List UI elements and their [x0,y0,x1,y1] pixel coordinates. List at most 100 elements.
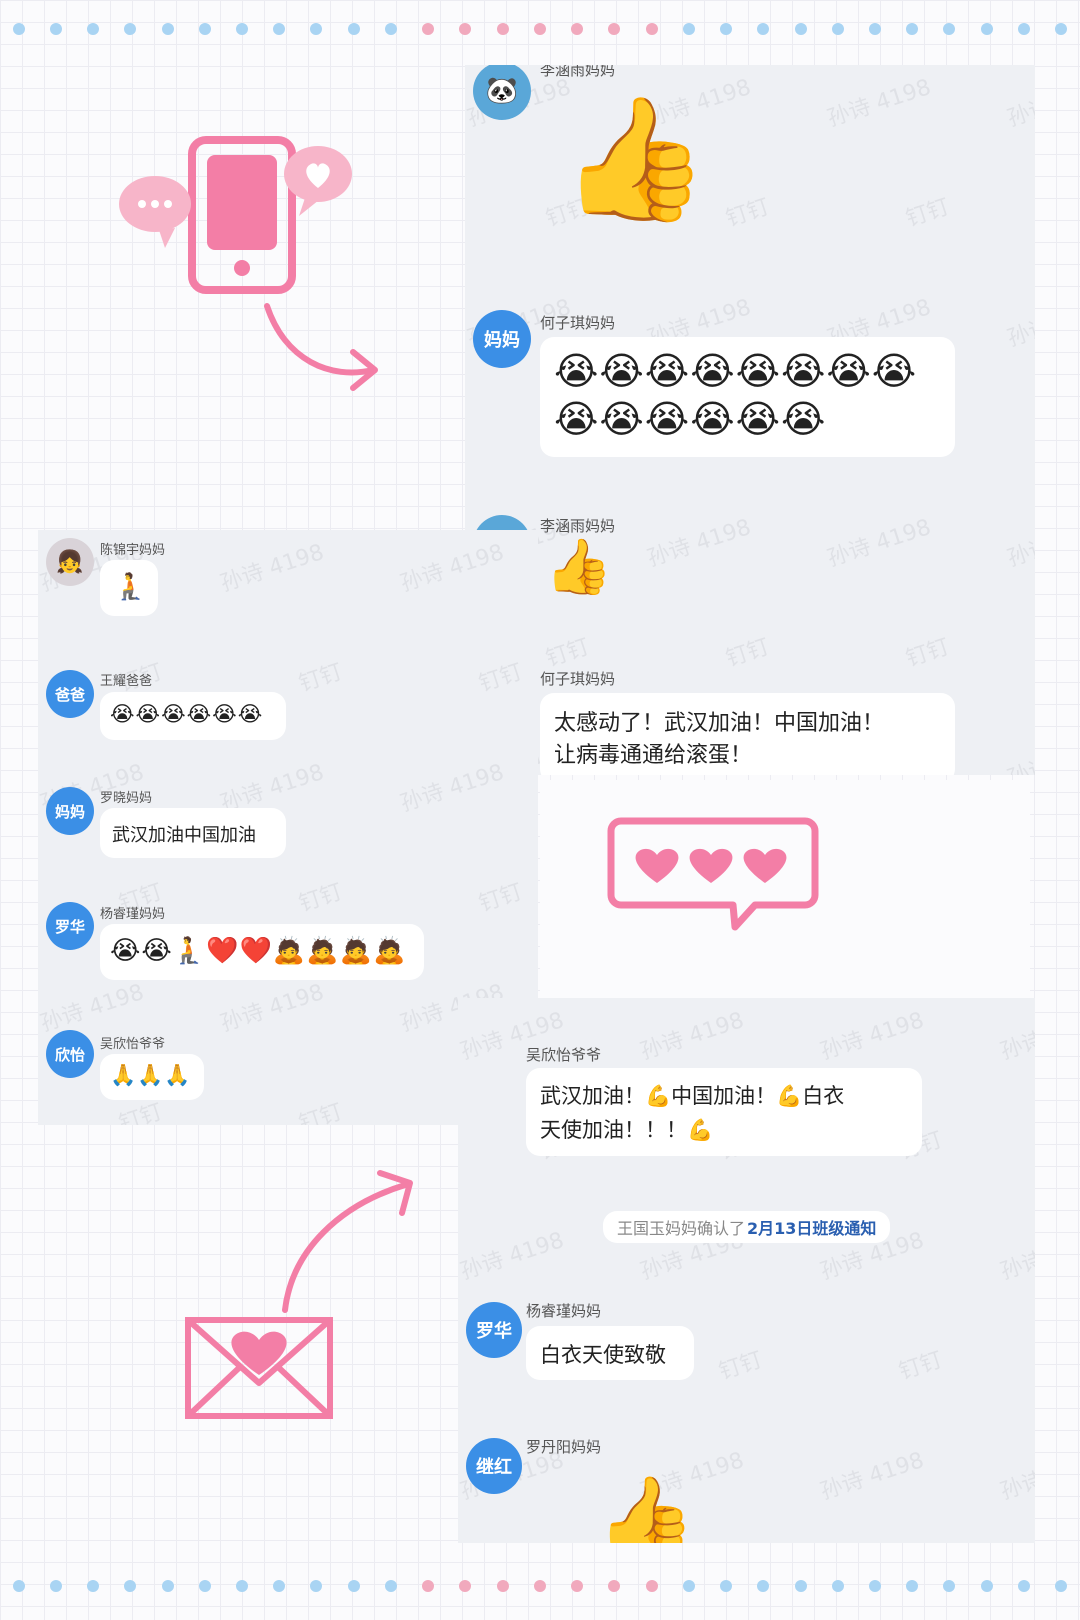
avatar-mom[interactable]: 妈妈 [46,787,94,835]
text-message-bubble[interactable]: 武汉加油！💪中国加油！💪白衣 天使加油！！！💪 [526,1068,922,1156]
border-dot [1017,23,1030,35]
border-dot [757,23,770,35]
crying-emoji-row: 😭😭😭😭😭😭😭😭 [554,349,918,393]
border-dot [496,23,509,35]
border-dot [608,23,621,35]
emoji-message-bubble[interactable]: 😭😭😭😭😭😭 [100,692,286,740]
border-dot [645,1580,658,1592]
border-dot [906,23,919,35]
sender-name: 吴欣怡爷爷 [526,1046,602,1064]
chat-panel-bottom-right: 孙诗 4198孙诗 4198孙诗 4198孙诗 4198钉钉钉钉钉钉孙诗 419… [458,998,1035,1543]
border-dot [384,23,397,35]
border-dot [906,1580,919,1592]
emoji-message-bubble[interactable]: 😭😭😭😭😭😭😭😭 😭😭😭😭😭😭 [540,337,955,457]
border-dot [943,23,956,35]
border-dot [682,23,695,35]
watermark: 孙诗 4198 [217,539,328,597]
avatar-dad[interactable]: 爸爸 [46,670,94,718]
top-dot-border [0,14,1080,44]
border-dot [459,23,472,35]
border-dot [943,1580,956,1592]
watermark: 钉钉 [895,1347,946,1386]
border-dot [12,23,25,35]
border-dot [980,1580,993,1592]
border-dot [794,1580,807,1592]
text-message-bubble[interactable]: 武汉加油中国加油 [100,808,286,858]
border-dot [720,1580,733,1592]
border-dot [347,23,360,35]
border-dot [161,23,174,35]
praying-emoji-row: 🙏🙏🙏 [110,1063,192,1087]
sender-name: 吴欣怡爷爷 [100,1037,166,1052]
border-dot [161,1580,174,1592]
sender-name: 何子琪妈妈 [540,314,616,332]
watermark: 孙诗 4198 [824,74,935,132]
border-dot [980,23,993,35]
watermark: 孙诗 4198 [997,1448,1035,1505]
avatar-luohua[interactable]: 罗华 [466,1302,522,1358]
border-dot [757,1580,770,1592]
avatar-jihong[interactable]: 继红 [466,1438,522,1494]
watermark: 孙诗 4198 [397,759,508,817]
watermark: 钉钉 [722,194,773,233]
text-message-bubble[interactable]: 白衣天使致敬 [526,1326,694,1380]
thumbs-up-sticker: 👍 [560,90,710,229]
sender-name: 杨睿瑾妈妈 [100,907,166,922]
emoji-message-bubble[interactable]: 😭😭🧎❤️❤️🙇🙇🙇🙇 [100,924,424,980]
border-dot [236,23,249,35]
border-dot [831,23,844,35]
border-dot [347,1580,360,1592]
system-notice[interactable]: 王国玉妈妈确认了 2月13日班级通知 [603,1211,891,1243]
watermark: 孙诗 4198 [997,1228,1035,1285]
watermark: 钉钉 [902,634,953,673]
watermark: 孙诗 4198 [1004,75,1035,132]
border-dot [1055,1580,1068,1592]
avatar-mom[interactable]: 妈妈 [473,310,531,368]
watermark: 孙诗 4198 [1004,295,1035,352]
border-dot [869,1580,881,1592]
border-dot [831,1580,844,1592]
border-dot [273,23,286,35]
system-notice-text: 王国玉妈妈确认了 [617,1219,746,1238]
sender-name: 李涵雨妈妈 [540,517,616,535]
watermark: 孙诗 4198 [817,1007,928,1065]
thumbs-up-sticker: 👍 [596,1471,696,1544]
panda-avatar[interactable]: 🐼 [473,65,531,120]
message-text: 武汉加油中国加油 [112,825,256,846]
watermark: 孙诗 4198 [644,514,755,572]
emoji-message-bubble[interactable]: 🙏🙏🙏 [100,1054,204,1100]
watermark: 孙诗 4198 [38,979,148,1037]
border-dot [1017,1580,1030,1592]
emoji-message-bubble[interactable]: 🧎 [100,560,158,616]
girl-photo-avatar[interactable]: 👧 [46,538,94,586]
avatar-luohua[interactable]: 罗华 [46,902,94,950]
sender-name: 陈锦宇妈妈 [100,543,166,558]
chat-panel-top-right: 孙诗 4198孙诗 4198孙诗 4198孙诗 4198钉钉钉钉钉钉孙诗 419… [465,65,1035,775]
border-dot [49,1580,62,1592]
watermark: 孙诗 4198 [397,539,508,597]
watermark: 孙诗 4198 [637,1007,748,1065]
border-dot [198,23,211,35]
border-dot [198,1580,211,1592]
watermark: 钉钉 [542,634,593,673]
message-line: 武汉加油！💪中国加油！💪白衣 [540,1084,845,1108]
watermark: 钉钉 [295,1099,346,1125]
watermark: 钉钉 [295,879,346,918]
border-dot [236,1580,249,1592]
message-line: 天使加油！！！💪 [540,1118,714,1142]
sender-name: 杨睿瑾妈妈 [526,1302,602,1320]
border-dot [124,1580,137,1592]
border-dot [794,23,807,35]
watermark: 孙诗 4198 [824,514,935,572]
border-dot [1055,23,1068,35]
border-dot [720,23,733,35]
text-message-bubble[interactable]: 太感动了！武汉加油！中国加油！ 让病毒通通给滚蛋！ [540,693,955,775]
avatar-xinyi[interactable]: 欣怡 [46,1030,94,1078]
crying-emoji-row: 😭😭😭😭😭😭 [554,397,827,441]
crying-emoji-row: 😭😭😭😭😭😭 [110,702,264,726]
class-notice-link[interactable]: 2月13日班级通知 [747,1215,876,1239]
border-dot [533,1580,546,1592]
watermark: 孙诗 4198 [1004,735,1035,775]
border-dot [310,23,323,35]
watermark: 钉钉 [295,659,346,698]
